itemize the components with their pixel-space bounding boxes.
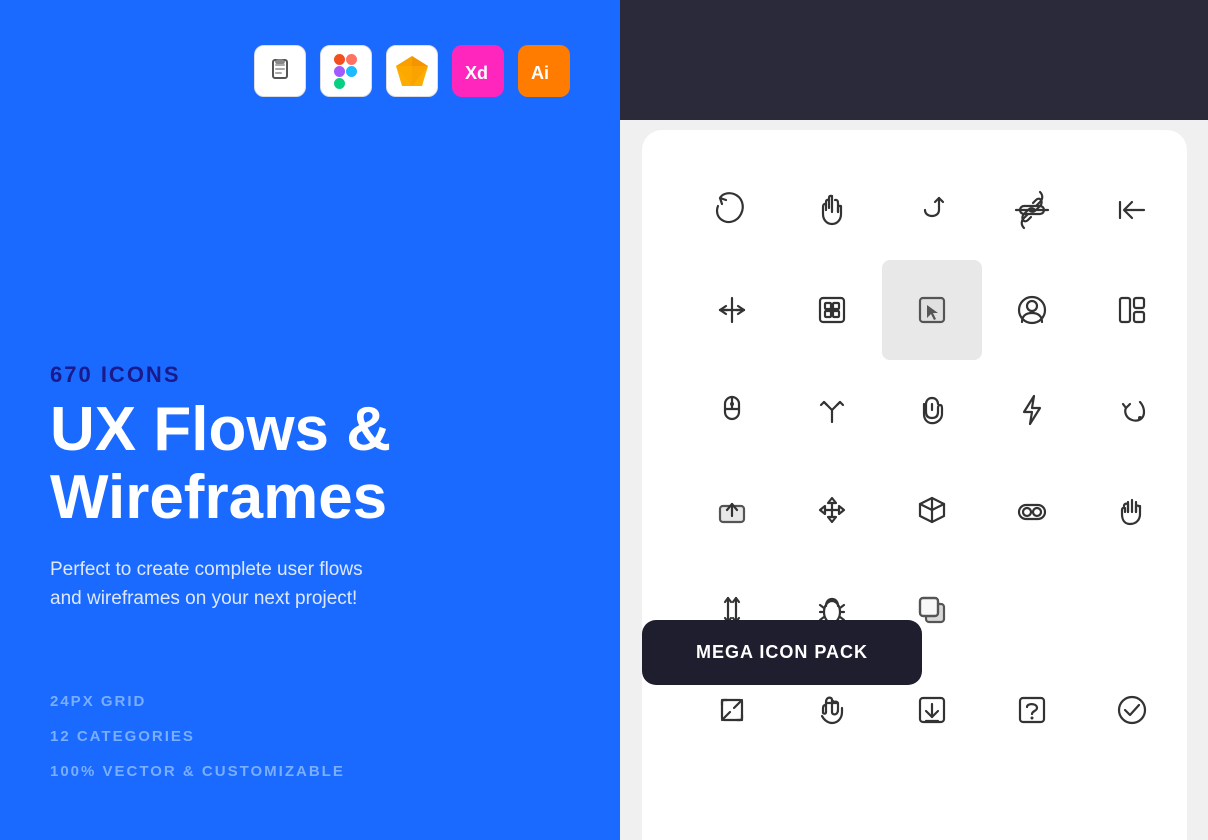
icon-undo-return	[1082, 360, 1182, 460]
icon-empty2	[1082, 560, 1182, 660]
craft-icon	[254, 45, 306, 97]
subtitle: Perfect to create complete user flowsand…	[50, 556, 570, 613]
icon-fork-arrow	[782, 360, 882, 460]
icon-layout-grid	[1082, 260, 1182, 360]
icon-count: 670 Icons	[50, 362, 570, 388]
icon-undo-u	[882, 160, 982, 260]
stats: 24px Grid 12 Categories 100% Vector & Cu…	[50, 693, 570, 780]
svg-text:Xd: Xd	[465, 63, 488, 83]
xd-icon: Xd	[452, 45, 504, 97]
icon-move-arrows	[782, 460, 882, 560]
icon-card	[642, 130, 1187, 840]
icon-user-circle	[982, 260, 1082, 360]
icon-mouse	[682, 360, 782, 460]
icon-cube	[882, 460, 982, 560]
icon-stop-hand	[1082, 460, 1182, 560]
sketch-icon	[386, 45, 438, 97]
ai-app-icon: Ai	[518, 45, 570, 97]
icon-link	[982, 160, 1082, 260]
figma-icon	[320, 45, 372, 97]
icon-empty1	[982, 560, 1082, 660]
stat-grid: 24px Grid	[50, 693, 570, 710]
title-line1: UX Flows &	[50, 395, 391, 464]
icon-hand-pointer	[782, 160, 882, 260]
main-title: UX Flows & Wireframes	[50, 396, 570, 532]
icon-finger-scroll	[882, 360, 982, 460]
mega-badge-text: MEGA ICON PACK	[696, 642, 868, 662]
title-line2: Wireframes	[50, 463, 387, 532]
icon-lightning	[982, 360, 1082, 460]
app-icons-row: Xd Ai	[254, 45, 570, 97]
left-panel: Xd Ai 670 Icons UX Flows & Wireframes Pe…	[0, 0, 620, 840]
icon-component	[782, 260, 882, 360]
right-panel: MEGA ICON PACK	[620, 0, 1208, 840]
icon-rotate	[682, 160, 782, 260]
left-content: 670 Icons UX Flows & Wireframes Perfect …	[50, 362, 570, 780]
dark-bar	[620, 0, 1208, 120]
icon-upload-box	[682, 460, 782, 560]
icon-back-arrow	[1082, 160, 1182, 260]
icon-compress	[682, 260, 782, 360]
icon-cursor-box	[882, 260, 982, 360]
stat-vector: 100% Vector & Customizable	[50, 763, 570, 780]
stat-categories: 12 Categories	[50, 728, 570, 745]
icon-checkmark	[1082, 660, 1182, 760]
svg-text:Ai: Ai	[531, 63, 549, 83]
mega-badge: MEGA ICON PACK	[642, 620, 922, 685]
icon-question-box	[982, 660, 1082, 760]
icon-vr-headset	[982, 460, 1082, 560]
